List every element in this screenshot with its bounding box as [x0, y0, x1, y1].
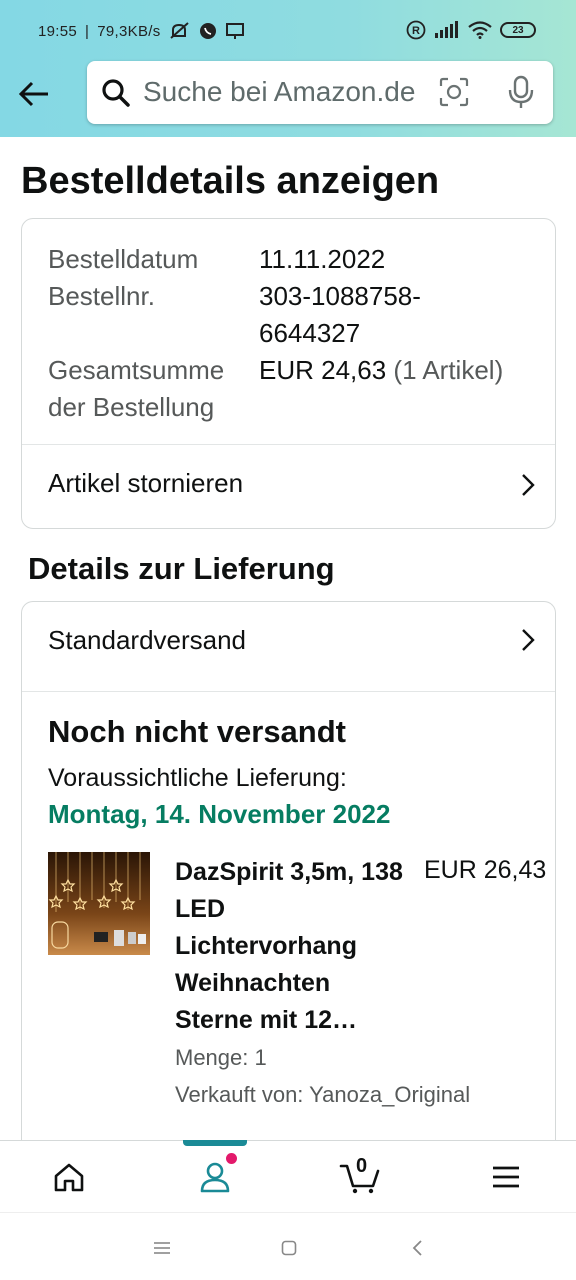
back-system-button[interactable]: [402, 1235, 432, 1261]
registered-icon: R: [406, 20, 426, 40]
product-quantity: Menge: 1: [175, 1045, 267, 1070]
svg-text:R: R: [412, 25, 420, 37]
account-icon: [200, 1162, 230, 1193]
menu-icon: [493, 1166, 519, 1188]
shipment-status: Noch nicht versandt: [48, 714, 346, 749]
search-icon: [101, 78, 131, 113]
delivery-section-title: Details zur Lieferung: [28, 551, 335, 586]
app-header: 19:55 | 79,3KB/s R 23: [0, 0, 576, 137]
nav-home[interactable]: [29, 1141, 109, 1213]
order-total-label-line1: Gesamtsumme: [48, 355, 225, 385]
screen-icon: [225, 22, 245, 40]
whatsapp-icon: [199, 22, 217, 40]
product-image: [48, 852, 150, 955]
cancel-items-label: Artikel stornieren: [48, 468, 244, 498]
status-bar: 19:55 | 79,3KB/s R 23: [0, 0, 576, 62]
shipping-method-link[interactable]: Standardversand: [22, 602, 555, 684]
bottom-nav: 0: [0, 1140, 576, 1212]
back-arrow-icon: [18, 81, 48, 107]
chevron-right-icon: [521, 473, 535, 502]
search-bar[interactable]: [87, 61, 553, 124]
search-input[interactable]: [143, 71, 433, 113]
notification-dot: [226, 1153, 237, 1164]
status-bar-right: R 23: [406, 20, 536, 40]
nav-menu[interactable]: [466, 1141, 546, 1213]
status-time: 19:55: [38, 22, 78, 40]
home-system-button[interactable]: [274, 1235, 304, 1261]
status-net-speed: 79,3KB/s: [97, 22, 161, 40]
status-separator: |: [85, 22, 90, 40]
recent-apps-button[interactable]: [147, 1235, 177, 1261]
product-seller[interactable]: Verkauft von: Yanoza_Original: [175, 1082, 470, 1108]
recent-apps-icon: [154, 1242, 170, 1254]
order-total-amount: EUR 24,63: [259, 355, 387, 385]
square-home-icon: [281, 1240, 297, 1256]
mute-icon: [169, 22, 191, 40]
product-title-link[interactable]: DazSpirit 3,5m, 138 LED Lichtervorhang W…: [175, 854, 405, 1039]
order-number-value-line2: 6644327: [259, 318, 361, 348]
wifi-icon: [468, 21, 492, 39]
system-nav-bar: [0, 1212, 576, 1280]
battery-icon: 23: [500, 22, 536, 38]
nav-account[interactable]: [175, 1141, 255, 1213]
home-icon: [54, 1163, 84, 1192]
order-total-label-line2: der Bestellung: [48, 392, 215, 422]
delivery-eta-date: Montag, 14. November 2022: [48, 799, 391, 829]
shipping-method-label: Standardversand: [48, 625, 247, 655]
delivery-card: Standardversand Noch nicht versandt Vora…: [21, 601, 556, 1161]
order-number-label: Bestellnr.: [48, 281, 155, 311]
order-total-value: EUR 24,63 (1 Artikel): [259, 352, 503, 389]
back-chevron-icon: [412, 1240, 422, 1256]
order-date-label: Bestelldatum: [48, 244, 199, 274]
microphone-icon[interactable]: [507, 75, 535, 114]
order-number-value-line1: 303-1088758-: [259, 281, 421, 311]
delivery-eta-label: Voraussichtliche Lieferung:: [48, 764, 347, 792]
status-bar-left: 19:55 | 79,3KB/s: [38, 22, 245, 40]
cancel-items-link[interactable]: Artikel stornieren: [22, 445, 555, 527]
page-title: Bestelldetails anzeigen: [21, 160, 440, 202]
order-total-items: (1 Artikel): [393, 355, 504, 385]
divider: [22, 691, 555, 692]
chevron-right-icon: [521, 628, 535, 657]
cart-count-badge: 0: [356, 1155, 368, 1177]
signal-icon: [434, 21, 460, 39]
back-button[interactable]: [14, 74, 54, 114]
order-summary-card: Bestelldatum 11.11.2022 Bestellnr. 303-1…: [21, 218, 556, 529]
camera-scan-icon[interactable]: [439, 77, 469, 112]
product-thumbnail[interactable]: [48, 852, 150, 955]
product-price: EUR 26,43: [424, 856, 547, 884]
order-date-value: 11.11.2022: [259, 244, 386, 274]
